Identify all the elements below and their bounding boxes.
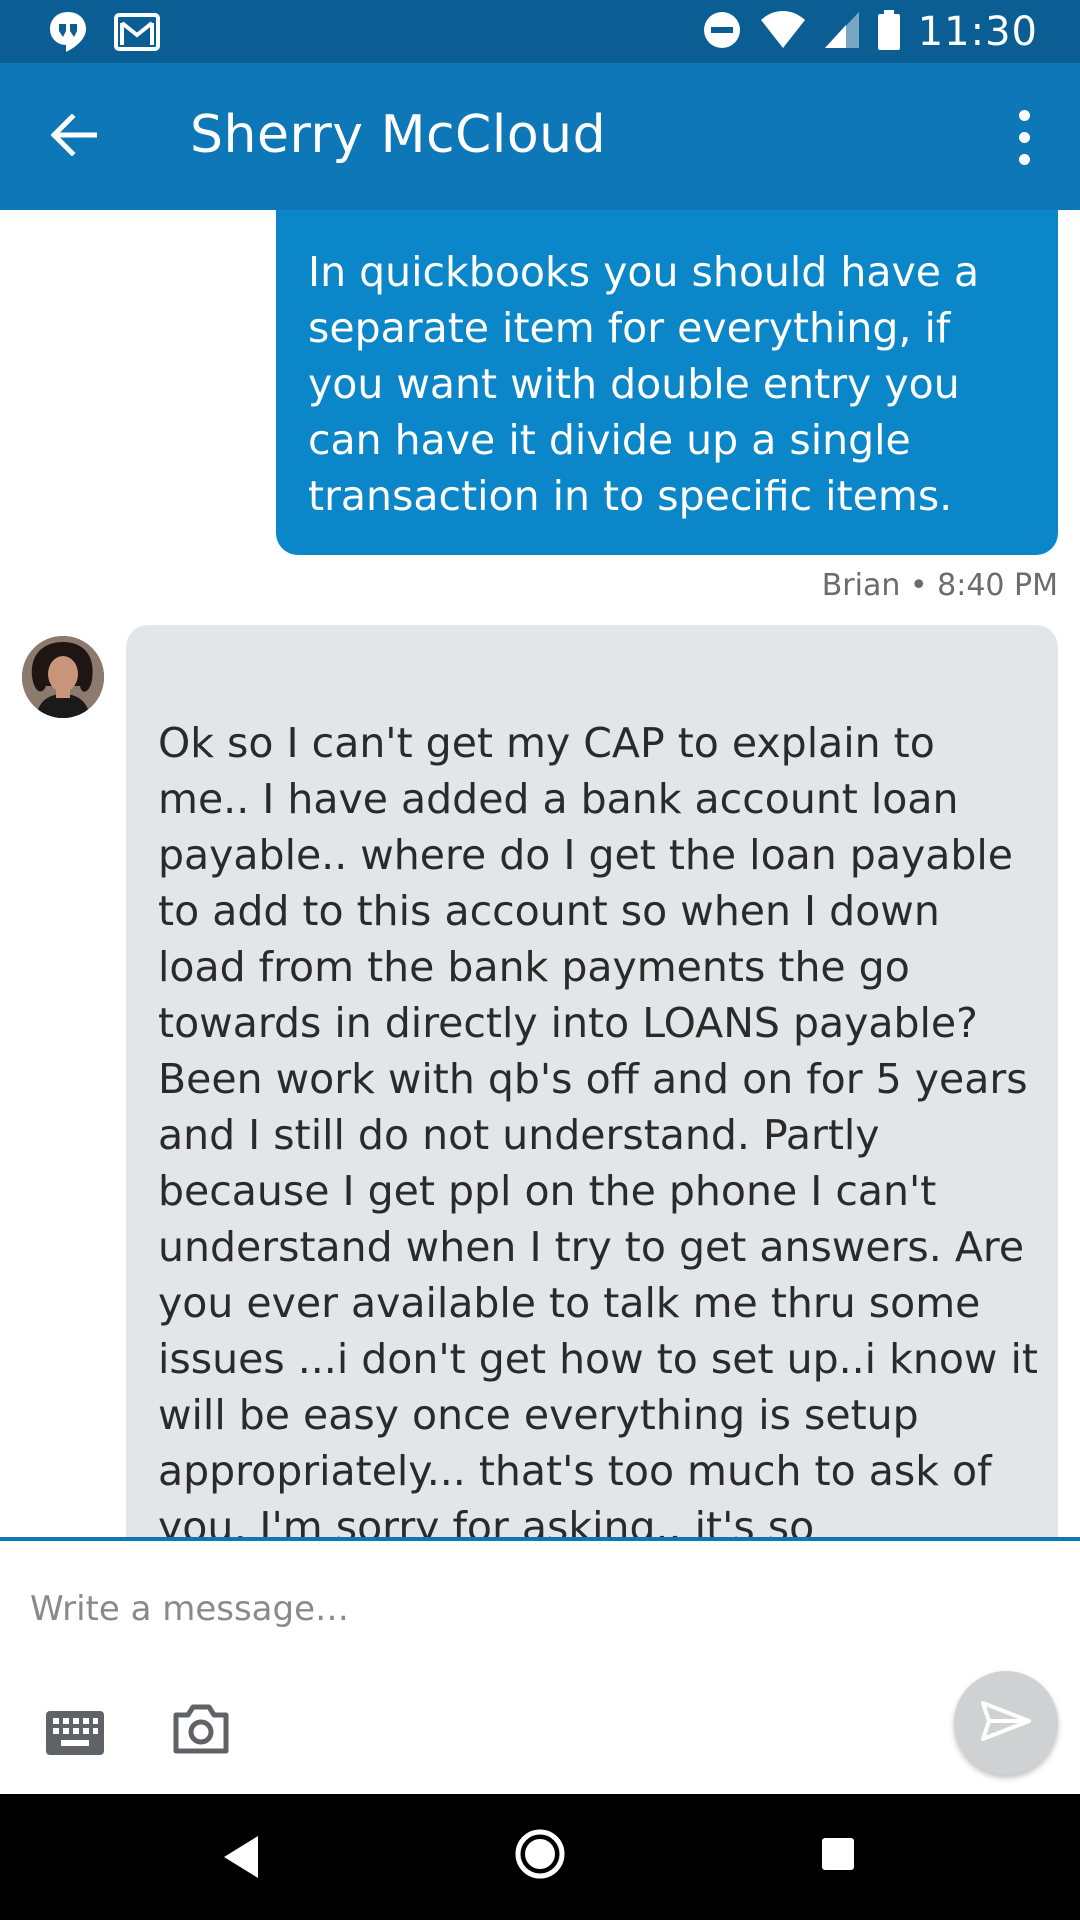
camera-button[interactable] — [172, 1701, 230, 1757]
incoming-message-bubble[interactable]: Ok so I can't get my CAP to explain to m… — [126, 625, 1058, 1537]
message-input[interactable] — [30, 1579, 930, 1639]
send-icon — [979, 1699, 1033, 1748]
gmail-icon — [114, 13, 160, 56]
hangouts-icon — [48, 10, 88, 59]
battery-icon — [877, 9, 900, 55]
back-button[interactable] — [40, 103, 108, 171]
status-time: 11:30 — [917, 9, 1038, 55]
camera-icon — [172, 1704, 230, 1761]
status-bar: 11:30 — [0, 0, 1080, 63]
more-vert-icon-dot — [1018, 153, 1030, 165]
message-text: Ok so I can't get my CAP to explain to m… — [158, 719, 1038, 1537]
send-button[interactable] — [954, 1671, 1058, 1775]
message-text: In quickbooks you should have a separate… — [308, 248, 980, 520]
nav-back-icon[interactable] — [222, 1834, 262, 1880]
wifi-icon — [760, 10, 806, 55]
outgoing-message-bubble[interactable]: In quickbooks you should have a separate… — [276, 210, 1058, 555]
system-navigation-bar — [0, 1794, 1080, 1920]
message-meta: Brian • 8:40 PM — [821, 568, 1058, 603]
keyboard-icon — [44, 1711, 106, 1761]
signal-icon — [824, 10, 860, 55]
message-list[interactable]: In quickbooks you should have a separate… — [0, 210, 1080, 1537]
conversation-title[interactable]: Sherry McCloud — [190, 105, 606, 165]
nav-recents-icon[interactable] — [822, 1838, 854, 1870]
arrow-back-icon — [50, 112, 98, 161]
status-bar-notifications — [48, 10, 160, 59]
nav-home-icon[interactable] — [514, 1828, 566, 1880]
keyboard-button[interactable] — [44, 1709, 106, 1757]
more-vert-icon-dot — [1018, 131, 1030, 143]
app-bar: Sherry McCloud — [0, 63, 1080, 210]
more-vert-icon — [1018, 109, 1030, 121]
message-composer — [0, 1537, 1080, 1794]
more-options-button[interactable] — [994, 101, 1054, 173]
status-bar-system: 11:30 — [702, 6, 1038, 58]
avatar[interactable] — [22, 636, 104, 718]
do-not-disturb-icon — [702, 10, 742, 55]
